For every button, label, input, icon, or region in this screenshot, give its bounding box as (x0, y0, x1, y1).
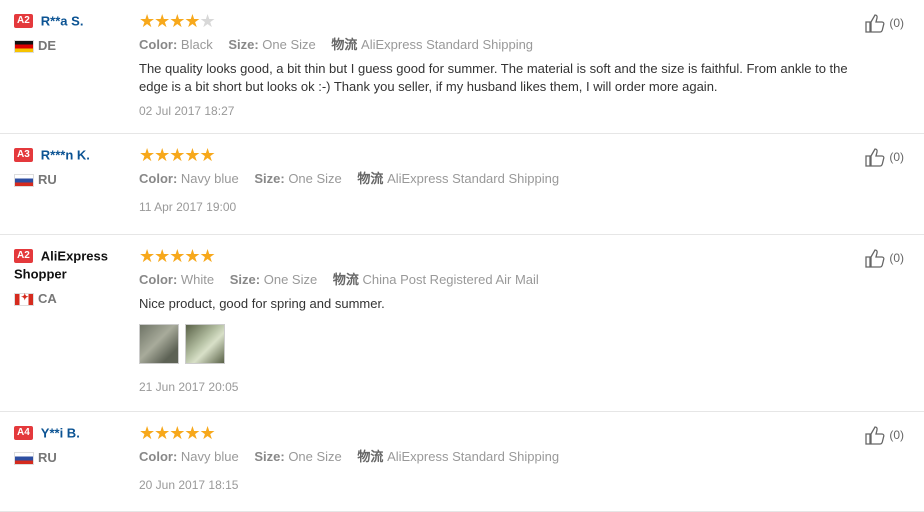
review-date: 11 Apr 2017 19:00 (139, 200, 237, 214)
reviewer-info: A2 R**a S. DE (14, 12, 132, 54)
star-rating: ★★★★★ (139, 145, 216, 165)
reviewer-info: A3 R***n K. RU (14, 146, 132, 188)
reviewer-country: CA (14, 291, 132, 307)
order-info: Color: Black Size: One Size 物流 AliExpres… (139, 37, 534, 52)
star-rating: ★★★★★ (139, 423, 216, 443)
review-content: ★★★★★ Color: White Size: One Size 物流 Chi… (139, 247, 854, 394)
reviewer-name[interactable]: R**a S. (41, 13, 84, 28)
reviewer-country: RU (14, 450, 132, 466)
thumbs-up-icon (865, 249, 885, 268)
order-info: Color: White Size: One Size 物流 China Pos… (139, 272, 539, 287)
level-badge: A3 (14, 147, 33, 162)
review-photo-thumbnail[interactable] (185, 324, 225, 364)
review-item: A2AliExpress Shopper CA ★★★★★ Color: Whi… (0, 235, 924, 412)
review-photo-thumbnail[interactable] (139, 324, 179, 364)
level-badge: A2 (14, 13, 33, 28)
reviewer-name[interactable]: R***n K. (41, 147, 90, 162)
review-photos (139, 324, 854, 364)
thumbs-up-icon (865, 14, 885, 33)
thumbs-up-icon (865, 426, 885, 445)
review-date: 02 Jul 2017 18:27 (139, 104, 235, 118)
thumbs-up-icon (865, 148, 885, 167)
helpful-button[interactable]: (0) (864, 247, 904, 269)
level-badge: A4 (14, 425, 33, 440)
helpful-button[interactable]: (0) (864, 146, 904, 168)
reviewer-info: A2AliExpress Shopper CA (14, 247, 132, 307)
review-content: ★★★★★ Color: Navy blue Size: One Size 物流… (139, 424, 854, 492)
reviewer-name[interactable]: Y**i B. (41, 425, 80, 440)
review-item: A4 Y**i B. RU ★★★★★ Color: Navy blue Size… (0, 412, 924, 512)
russia-flag-icon (14, 174, 34, 188)
level-badge: A2 (14, 248, 33, 263)
review-text: The quality looks good, a bit thin but I… (139, 61, 848, 94)
reviewer-country: DE (14, 38, 132, 54)
review-item: A2 R**a S. DE ★★★★★ Color: Black Size: On… (0, 0, 924, 134)
review-content: ★★★★★ Color: Navy blue Size: One Size 物流… (139, 146, 854, 214)
helpful-button[interactable]: (0) (864, 424, 904, 446)
star-rating: ★★★★★ (139, 246, 216, 266)
review-text: Nice product, good for spring and summer… (139, 296, 385, 311)
review-content: ★★★★★ Color: Black Size: One Size 物流 Ali… (139, 12, 854, 118)
reviewer-country: RU (14, 172, 132, 188)
order-info: Color: Navy blue Size: One Size 物流 AliEx… (139, 171, 560, 186)
review-date: 21 Jun 2017 20:05 (139, 380, 239, 394)
reviewer-info: A4 Y**i B. RU (14, 424, 132, 466)
helpful-button[interactable]: (0) (864, 12, 904, 34)
order-info: Color: Navy blue Size: One Size 物流 AliEx… (139, 449, 560, 464)
russia-flag-icon (14, 452, 34, 466)
canada-flag-icon (14, 292, 34, 307)
review-date: 20 Jun 2017 18:15 (139, 478, 239, 492)
review-item: A3 R***n K. RU ★★★★★ Color: Navy blue Siz… (0, 134, 924, 235)
germany-flag-icon (14, 40, 34, 54)
star-rating: ★★★★★ (139, 11, 216, 31)
